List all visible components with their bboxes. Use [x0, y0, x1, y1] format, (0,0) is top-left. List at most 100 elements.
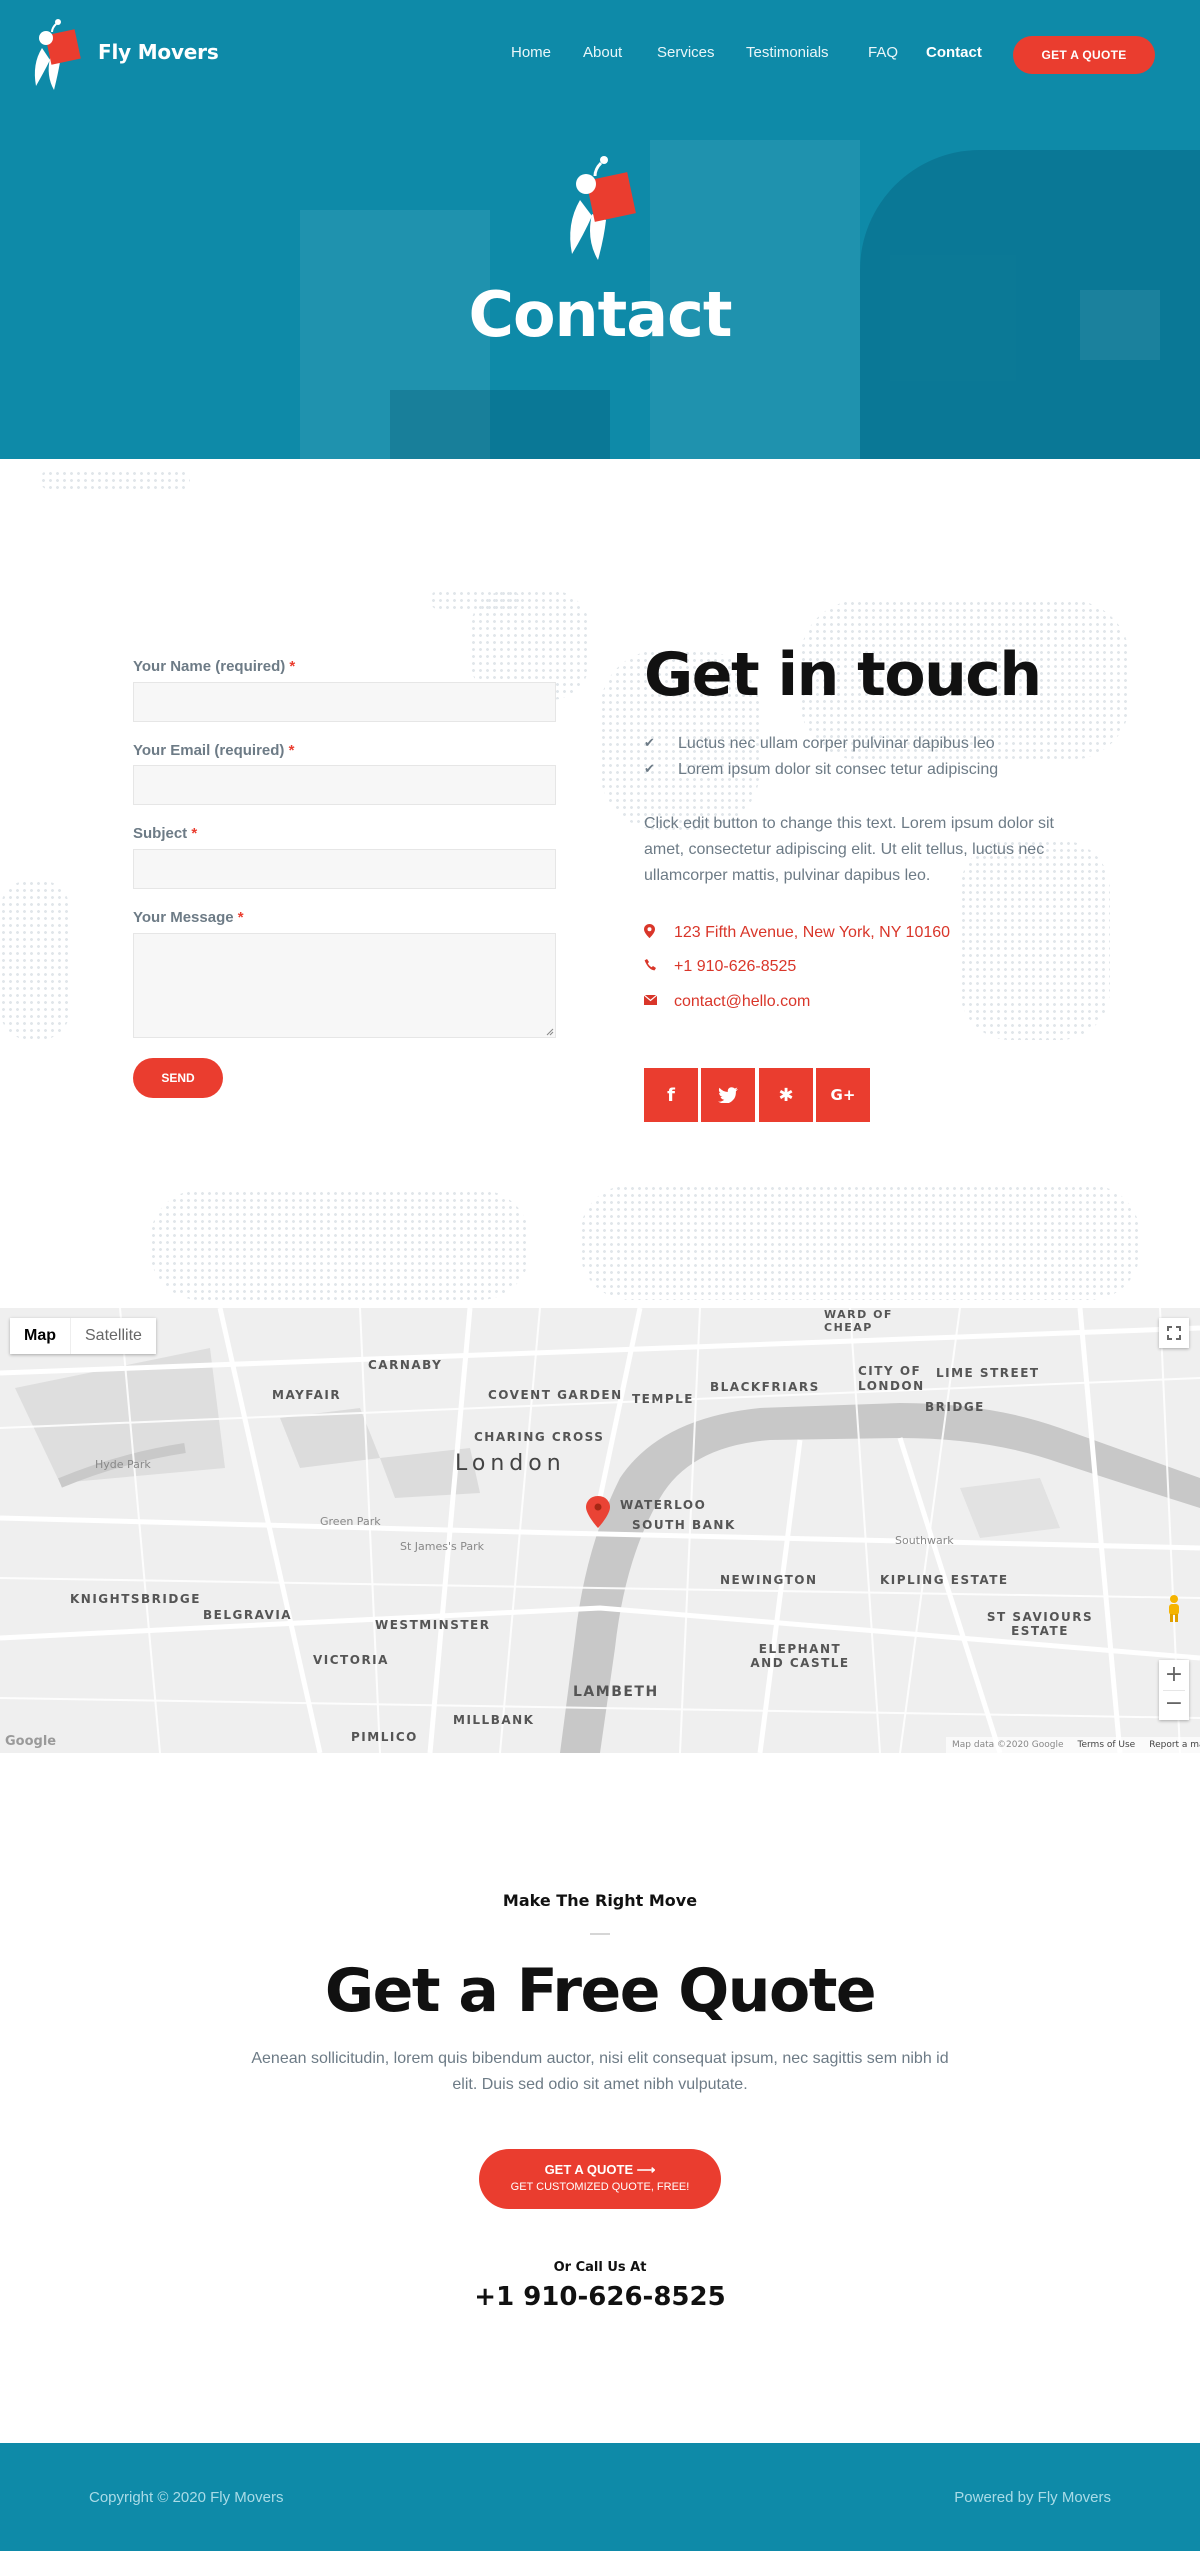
map-label: MAYFAIR	[272, 1388, 342, 1402]
quote-description: Aenean sollicitudin, lorem quis bibendum…	[251, 2050, 949, 2093]
required-mark: *	[289, 658, 296, 675]
pegman-icon[interactable]	[1159, 1593, 1189, 1623]
map-label: KIPLING ESTATE	[880, 1573, 1009, 1587]
world-map-dots	[580, 1185, 1140, 1300]
map-park-label: Hyde Park	[95, 1458, 151, 1471]
map-park-label: Green Park	[320, 1515, 381, 1528]
hero-bg-photo	[390, 390, 610, 459]
call-phone-number[interactable]: +1 910-626-8525	[0, 2282, 1200, 2312]
fullscreen-icon[interactable]	[1159, 1318, 1189, 1348]
copyright-text: Copyright © 2020 Fly Movers	[89, 2489, 284, 2506]
phone-link[interactable]: +1 910-626-8525	[674, 958, 796, 976]
map-park-label: Southwark	[895, 1534, 954, 1547]
resize-handle-icon[interactable]	[544, 1026, 554, 1036]
yelp-icon[interactable]: ✱	[759, 1068, 813, 1122]
nav-item-faq[interactable]: FAQ	[868, 44, 898, 66]
nav-item-home[interactable]: Home	[511, 44, 551, 66]
map-label: WESTMINSTER	[375, 1618, 491, 1632]
send-button[interactable]: SEND	[133, 1058, 223, 1098]
arrow-right-icon: ⟶	[636, 2162, 656, 2177]
world-map-dots	[40, 470, 190, 490]
map-report-error-link[interactable]: Report a map error	[1149, 1740, 1200, 1750]
cta-label: GET A QUOTE	[544, 2162, 634, 2177]
cta-line1: GET A QUOTE ⟶	[479, 2162, 721, 2178]
map-label: MILLBANK	[453, 1713, 535, 1727]
check-list-text: Lorem ipsum dolor sit consec tetur adipi…	[678, 761, 999, 778]
message-label: Your Message *	[133, 909, 244, 926]
cta-line2: GET CUSTOMIZED QUOTE, FREE!	[510, 2181, 690, 2193]
or-call-label: Or Call Us At	[553, 2260, 647, 2275]
map-type-toggle: Map Satellite	[10, 1318, 156, 1354]
contact-description: Click edit button to change this text. L…	[644, 815, 1054, 884]
email-label-text: Your Email (required)	[133, 742, 285, 759]
free-quote-title: Get a Free Quote	[324, 1956, 877, 2026]
map-label: COVENT GARDEN	[488, 1388, 623, 1402]
world-map-dots	[0, 880, 70, 1040]
map-label: WARD OF CHEAP	[824, 1308, 893, 1334]
map-terms-link[interactable]: Terms of Use	[1078, 1740, 1136, 1750]
map-label: KNIGHTSBRIDGE	[70, 1592, 201, 1606]
map-label: CHARING CROSS	[474, 1430, 605, 1444]
name-label-text: Your Name (required)	[133, 658, 286, 675]
email-link[interactable]: contact@hello.com	[674, 993, 810, 1011]
map-attribution: Map data ©2020 Google Terms of Use Repor…	[946, 1737, 1200, 1753]
google-map[interactable]: MAYFAIR CARNABY COVENT GARDEN TEMPLE BLA…	[0, 1308, 1200, 1753]
get-a-quote-cta-button[interactable]: GET A QUOTE ⟶ GET CUSTOMIZED QUOTE, FREE…	[479, 2149, 721, 2209]
check-list-text: Luctus nec ullam corper pulvinar dapibus…	[678, 735, 995, 752]
zoom-in-icon[interactable]: +	[1165, 1660, 1183, 1690]
site-footer: Copyright © 2020 Fly Movers Powered by F…	[0, 2443, 1200, 2551]
page-title: Contact	[468, 278, 732, 351]
required-mark: *	[191, 825, 198, 842]
check-icon: ✔	[644, 735, 655, 750]
nav-item-services[interactable]: Services	[657, 44, 715, 66]
divider	[590, 1933, 610, 1935]
brand-name[interactable]: Fly Movers	[98, 40, 219, 64]
google-plus-icon[interactable]: G+	[816, 1068, 870, 1122]
nav-item-contact[interactable]: Contact	[926, 44, 982, 66]
map-label: ST SAVIOURS ESTATE	[986, 1610, 1094, 1638]
map-label: VICTORIA	[313, 1653, 389, 1667]
zoom-out-icon[interactable]: −	[1163, 1690, 1185, 1720]
map-label: LAMBETH	[573, 1684, 659, 1700]
quote-eyebrow: Make The Right Move	[502, 1891, 698, 1910]
required-mark: *	[288, 742, 295, 759]
name-field[interactable]	[133, 682, 556, 722]
check-icon: ✔	[644, 761, 655, 776]
envelope-icon	[643, 993, 658, 1008]
email-label: Your Email (required) *	[133, 742, 294, 759]
map-label: BELGRAVIA	[203, 1608, 293, 1622]
map-label: LIME STREET	[936, 1366, 1040, 1380]
map-label: BRIDGE	[925, 1400, 985, 1414]
subject-field[interactable]	[133, 849, 556, 889]
hero-logo-icon	[570, 156, 636, 260]
powered-by-text: Powered by Fly Movers	[954, 2489, 1111, 2506]
map-type-map-button[interactable]: Map	[10, 1318, 70, 1354]
map-label: BLACKFRIARS	[710, 1380, 820, 1394]
map-label: NEWINGTON	[720, 1573, 818, 1587]
top-navigation: Fly Movers Home About Services Testimoni…	[0, 0, 1200, 110]
message-label-text: Your Message	[133, 909, 234, 926]
world-map-dots	[150, 1190, 530, 1300]
hero-section: Fly Movers Home About Services Testimoni…	[0, 0, 1200, 459]
map-park-label: St James's Park	[400, 1540, 485, 1553]
subject-label: Subject *	[133, 825, 197, 842]
map-label: ELEPHANT AND CASTLE	[750, 1642, 850, 1670]
twitter-icon[interactable]	[701, 1068, 755, 1122]
facebook-icon[interactable]: f	[644, 1068, 698, 1122]
address-text: 123 Fifth Avenue, New York, NY 10160	[674, 924, 951, 941]
name-label: Your Name (required) *	[133, 658, 295, 675]
nav-item-testimonials[interactable]: Testimonials	[746, 44, 829, 66]
map-label-city: London	[455, 1451, 566, 1476]
map-label: SOUTH BANK	[632, 1518, 736, 1532]
map-label: TEMPLE	[632, 1392, 694, 1406]
get-a-quote-button[interactable]: GET A QUOTE	[1013, 36, 1155, 74]
email-field[interactable]	[133, 765, 556, 805]
zoom-control: + −	[1159, 1660, 1189, 1720]
message-textarea[interactable]	[133, 933, 556, 1038]
nav-item-about[interactable]: About	[583, 44, 622, 66]
map-type-satellite-button[interactable]: Satellite	[70, 1318, 156, 1354]
map-label: PIMLICO	[351, 1730, 418, 1744]
map-label: WATERLOO	[620, 1498, 707, 1512]
get-in-touch-title: Get in touch	[644, 640, 1042, 710]
fly-movers-logo-icon[interactable]	[28, 14, 84, 92]
